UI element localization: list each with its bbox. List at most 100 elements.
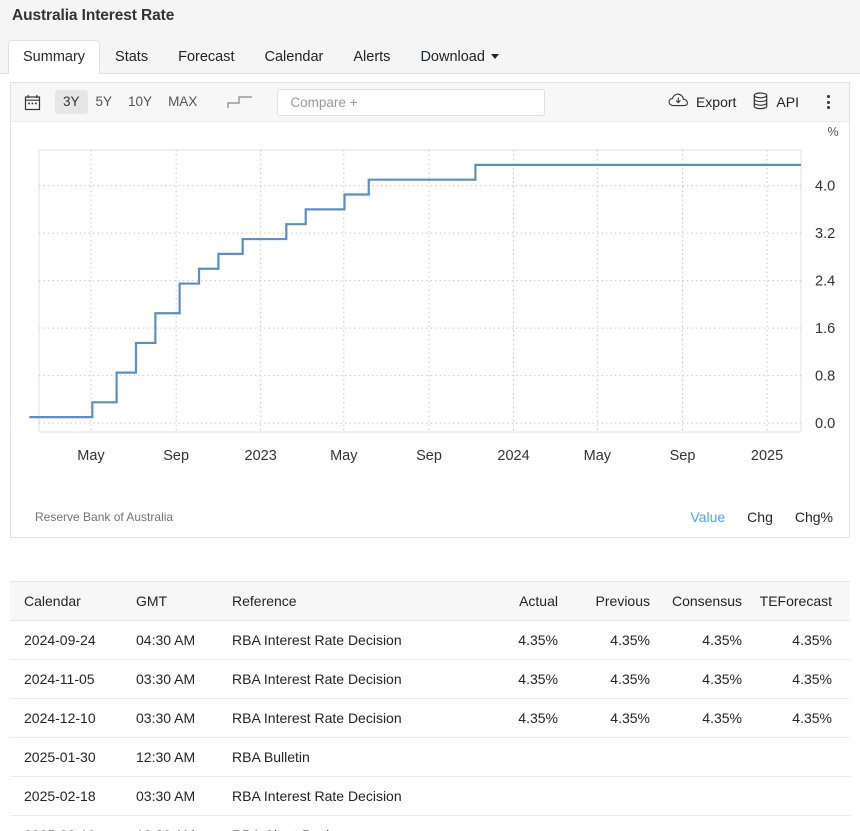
cell-calendar: 2025-02-18 [10,777,128,816]
tab-download[interactable]: Download [405,40,514,75]
header-gmt[interactable]: GMT [128,582,224,621]
range-selector: 3Y 5Y 10Y MAX [55,90,205,114]
header-reference[interactable]: Reference [224,582,474,621]
x-tick-label: 2025 [751,448,783,464]
cell-actual [474,816,566,831]
cell-actual: 4.35% [474,621,566,660]
y-tick-label: 2.4 [815,274,835,290]
calendar-table: Calendar GMT Reference Actual Previous C… [10,581,850,831]
cell-teforecast [750,777,850,816]
interest-rate-step-chart: 0.00.81.62.43.24.0%MaySep2023MaySep2024M… [11,122,849,497]
tab-stats-label: Stats [115,49,148,65]
table-body: 2024-09-2404:30 AMRBA Interest Rate Deci… [10,621,850,831]
range-max[interactable]: MAX [160,90,205,114]
cell-teforecast [750,738,850,777]
cell-actual: 4.35% [474,660,566,699]
toggle-chgpct[interactable]: Chg% [795,509,833,525]
calendar-table-wrapper: Calendar GMT Reference Actual Previous C… [10,581,850,831]
cell-calendar: 2024-11-05 [10,660,128,699]
range-5y[interactable]: 5Y [88,90,121,114]
toggle-chg[interactable]: Chg [747,509,773,525]
cell-reference: RBA Bulletin [224,738,474,777]
cell-teforecast: 4.35% [750,621,850,660]
cell-consensus [658,738,750,777]
tab-alerts-label: Alerts [353,49,390,65]
tab-stats[interactable]: Stats [100,40,163,75]
cell-actual: 4.35% [474,699,566,738]
database-icon [752,92,769,113]
range-3y[interactable]: 3Y [55,90,88,114]
toggle-value[interactable]: Value [690,509,725,525]
cell-teforecast: 4.35% [750,660,850,699]
cell-teforecast: 4.35% [750,699,850,738]
cell-gmt: 12:30 AM [128,738,224,777]
compare-input-wrapper[interactable] [277,89,545,116]
header-consensus[interactable]: Consensus [658,582,750,621]
header-teforecast[interactable]: TEForecast [750,582,850,621]
step-line-icon[interactable] [223,89,257,115]
cell-consensus [658,816,750,831]
kebab-menu-icon[interactable] [815,89,841,115]
header-actual[interactable]: Actual [474,582,566,621]
cell-gmt: 03:30 AM [128,660,224,699]
cell-previous [566,777,658,816]
api-button[interactable]: API [744,88,807,117]
tab-alerts[interactable]: Alerts [338,40,405,75]
cell-previous [566,816,658,831]
y-tick-label: 0.0 [815,416,835,432]
table-row[interactable]: 2025-01-3012:30 AMRBA Bulletin [10,738,850,777]
tab-forecast[interactable]: Forecast [163,40,249,75]
cloud-download-icon [668,92,689,112]
compare-input[interactable] [288,94,534,111]
cell-previous: 4.35% [566,621,658,660]
tab-calendar[interactable]: Calendar [250,40,339,75]
cell-previous: 4.35% [566,660,658,699]
cell-previous [566,738,658,777]
chart-toolbar: 3Y 5Y 10Y MAX [11,83,849,122]
table-header-row: Calendar GMT Reference Actual Previous C… [10,582,850,621]
table-head: Calendar GMT Reference Actual Previous C… [10,582,850,621]
cell-teforecast [750,816,850,831]
calendar-icon[interactable] [17,88,47,116]
x-tick-label: May [330,448,358,464]
y-tick-label: 3.2 [815,226,835,242]
cell-gmt: 04:30 AM [128,621,224,660]
y-tick-label: 0.8 [815,369,835,385]
cell-reference: RBA Chart Pack [224,816,474,831]
cell-gmt: 03:30 AM [128,777,224,816]
tab-download-label: Download [420,49,485,65]
cell-consensus: 4.35% [658,621,750,660]
table-row[interactable]: 2024-11-0503:30 AMRBA Interest Rate Deci… [10,660,850,699]
cell-consensus [658,777,750,816]
tab-calendar-label: Calendar [265,49,324,65]
chart-source: Reserve Bank of Australia [35,510,173,524]
cell-gmt: 03:30 AM [128,699,224,738]
table-row[interactable]: 2025-02-1803:30 AMRBA Interest Rate Deci… [10,777,850,816]
cell-actual [474,738,566,777]
chart-footer: Reserve Bank of Australia Value Chg Chg% [11,497,849,537]
tab-summary[interactable]: Summary [8,40,100,75]
table-row[interactable]: 2024-09-2404:30 AMRBA Interest Rate Deci… [10,621,850,660]
header-previous[interactable]: Previous [566,582,658,621]
chart-plot-area[interactable]: 0.00.81.62.43.24.0%MaySep2023MaySep2024M… [11,122,849,497]
export-label: Export [696,94,736,110]
x-tick-label: Sep [670,448,696,464]
cell-actual [474,777,566,816]
cell-consensus: 4.35% [658,699,750,738]
cell-gmt: 12:30 AM [128,816,224,831]
x-tick-label: May [584,448,612,464]
tab-summary-label: Summary [23,49,85,65]
plot-border [39,150,801,432]
cell-reference: RBA Interest Rate Decision [224,621,474,660]
tab-forecast-label: Forecast [178,49,234,65]
table-row[interactable]: 2025-02-1912:30 AMRBA Chart Pack [10,816,850,831]
y-tick-label: 1.6 [815,321,835,337]
cell-calendar: 2024-09-24 [10,621,128,660]
range-10y[interactable]: 10Y [120,90,160,114]
export-button[interactable]: Export [660,88,744,116]
value-toggle-group: Value Chg Chg% [690,509,833,525]
title-bar: Australia Interest Rate [0,0,860,31]
x-tick-label: Sep [163,448,189,464]
table-row[interactable]: 2024-12-1003:30 AMRBA Interest Rate Deci… [10,699,850,738]
header-calendar[interactable]: Calendar [10,582,128,621]
